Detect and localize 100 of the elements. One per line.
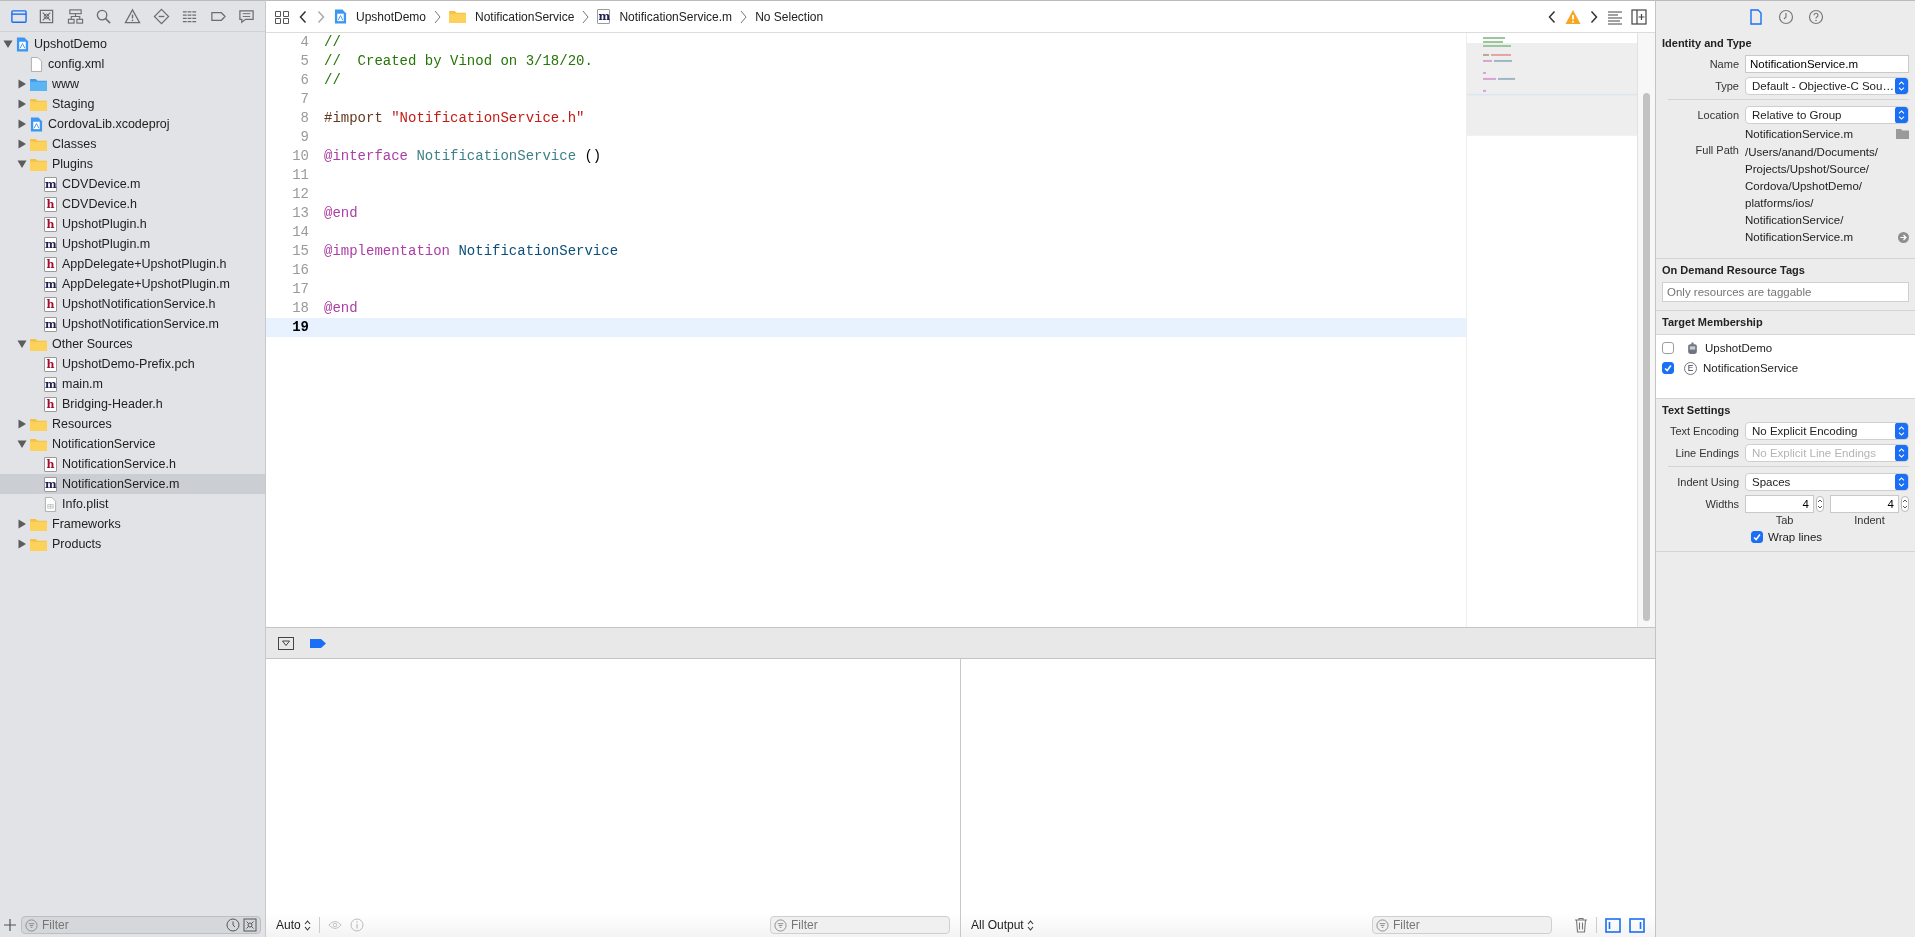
disclosure-triangle-icon[interactable]: [17, 439, 27, 449]
crossed-square-icon[interactable]: [243, 918, 257, 932]
tree-row[interactable]: m UpshotNotificationService.m: [0, 314, 265, 334]
document-icon[interactable]: [1747, 8, 1764, 25]
clock-icon[interactable]: [1777, 8, 1794, 25]
tree-row[interactable]: Staging: [0, 94, 265, 114]
field-label: Type: [1714, 80, 1739, 92]
file-name: NotificationService: [52, 437, 156, 451]
left-pane-toggle-icon[interactable]: [1605, 917, 1621, 933]
tree-row[interactable]: m CDVDevice.m: [0, 174, 265, 194]
name-field[interactable]: NotificationService.m: [1745, 55, 1909, 73]
source-file-icon: m: [44, 376, 57, 392]
tree-row[interactable]: m main.m: [0, 374, 265, 394]
breakpoint-icon[interactable]: [310, 636, 326, 650]
tab-width-field[interactable]: 4: [1745, 495, 1814, 513]
disclosure-triangle-icon[interactable]: [3, 39, 13, 49]
tree-row[interactable]: Classes: [0, 134, 265, 154]
tree-row[interactable]: NotificationService: [0, 434, 265, 454]
breadcrumb[interactable]: UpshotDemo: [356, 9, 427, 24]
breadcrumb[interactable]: NotificationService: [475, 9, 575, 24]
line-number: 17: [291, 280, 310, 299]
tree-row[interactable]: Resources: [0, 414, 265, 434]
code-line: @end: [323, 299, 359, 318]
filter-field[interactable]: Filter: [1372, 916, 1552, 934]
disclosure-triangle-icon[interactable]: [17, 519, 27, 529]
add-icon[interactable]: [4, 919, 16, 931]
path-line: Cordova/UpshotDemo/: [1745, 179, 1863, 194]
source-file-icon: m: [597, 9, 611, 24]
clock-icon[interactable]: [226, 918, 240, 932]
lines-icon[interactable]: [1607, 8, 1623, 25]
disclosure-triangle-icon[interactable]: [17, 539, 27, 549]
speech-bubble-icon[interactable]: [238, 7, 256, 25]
warning-icon[interactable]: [123, 7, 141, 25]
folder-icon[interactable]: [1896, 129, 1909, 139]
add-editor-icon[interactable]: [1631, 8, 1647, 25]
tree-row[interactable]: m UpshotPlugin.m: [0, 234, 265, 254]
line-number: 6: [299, 71, 310, 90]
filter-field[interactable]: Filter: [21, 916, 261, 934]
disclosure-triangle-icon[interactable]: [17, 139, 27, 149]
line-number: 5: [299, 52, 310, 71]
breadcrumb[interactable]: No Selection: [755, 9, 824, 24]
crossed-square-icon[interactable]: [38, 7, 56, 25]
right-pane-toggle-icon[interactable]: [1629, 917, 1645, 933]
folder-icon[interactable]: [9, 7, 27, 25]
tree-row[interactable]: h UpshotPlugin.h: [0, 214, 265, 234]
indent-width-field[interactable]: 4: [1830, 495, 1899, 513]
tree-row[interactable]: www: [0, 74, 265, 94]
tree-row[interactable]: Other Sources: [0, 334, 265, 354]
disclosure-triangle-icon[interactable]: [17, 79, 27, 89]
tree-row[interactable]: m NotificationService.m: [0, 474, 265, 494]
scroll-thumb[interactable]: [1643, 93, 1650, 621]
stepper-icon[interactable]: [1816, 496, 1824, 512]
hierarchy-icon[interactable]: [66, 7, 84, 25]
disclosure-triangle-icon[interactable]: [17, 119, 27, 129]
scope-popup[interactable]: Auto: [276, 918, 311, 932]
tree-row[interactable]: config.xml: [0, 54, 265, 74]
line-number: 16: [291, 261, 310, 280]
tree-row[interactable]: CordovaLib.xcodeproj: [0, 114, 265, 134]
arrow-circle-icon[interactable]: [1898, 232, 1909, 243]
tree-row[interactable]: Products: [0, 534, 265, 554]
setting-popup[interactable]: No Explicit Encoding: [1745, 422, 1909, 440]
file-name: Frameworks: [52, 517, 121, 531]
disclosure-triangle-icon[interactable]: [17, 99, 27, 109]
stepper-icon[interactable]: [1901, 496, 1909, 512]
filter-field[interactable]: Filter: [770, 916, 950, 934]
trash-icon[interactable]: [1574, 917, 1588, 933]
file-name: Bridging-Header.h: [62, 397, 163, 411]
search-icon[interactable]: [95, 7, 113, 25]
checkbox[interactable]: [1662, 342, 1674, 354]
checkbox[interactable]: [1751, 531, 1763, 543]
tree-row[interactable]: h UpshotNotificationService.h: [0, 294, 265, 314]
help-icon[interactable]: [1807, 8, 1824, 25]
tree-row[interactable]: h NotificationService.h: [0, 454, 265, 474]
tree-row[interactable]: h AppDelegate+UpshotPlugin.h: [0, 254, 265, 274]
breadcrumb[interactable]: NotificationService.m: [619, 9, 733, 24]
project-file-icon: [334, 9, 347, 24]
output-popup[interactable]: All Output: [971, 918, 1034, 932]
tags-field[interactable]: Only resources are taggable: [1662, 282, 1909, 302]
disclosure-triangle-icon[interactable]: [17, 419, 27, 429]
tree-row[interactable]: h UpshotDemo-Prefix.pch: [0, 354, 265, 374]
diamond-icon[interactable]: [152, 7, 170, 25]
location-popup[interactable]: Relative to Group: [1745, 106, 1909, 124]
tree-row[interactable]: UpshotDemo: [0, 34, 265, 54]
tree-row[interactable]: m AppDelegate+UpshotPlugin.m: [0, 274, 265, 294]
folder-icon: [30, 537, 47, 551]
tree-row[interactable]: h Bridging-Header.h: [0, 394, 265, 414]
tree-row[interactable]: Frameworks: [0, 514, 265, 534]
type-popup[interactable]: Default - Objective-C Sou…: [1745, 77, 1909, 95]
hide-panel-icon[interactable]: [278, 636, 294, 650]
disclosure-triangle-icon[interactable]: [17, 339, 27, 349]
disclosure-triangle-icon[interactable]: [17, 159, 27, 169]
tree-row[interactable]: Info.plist: [0, 494, 265, 514]
tree-row[interactable]: h CDVDevice.h: [0, 194, 265, 214]
file-name: UpshotPlugin.m: [62, 237, 151, 251]
tree-row[interactable]: Plugins: [0, 154, 265, 174]
grid-icon[interactable]: [274, 8, 290, 25]
indent-popup[interactable]: Spaces: [1745, 473, 1909, 491]
project-file-icon: [16, 36, 29, 52]
section-title: On Demand Resource Tags: [1662, 264, 1806, 276]
checkbox[interactable]: [1662, 362, 1674, 374]
